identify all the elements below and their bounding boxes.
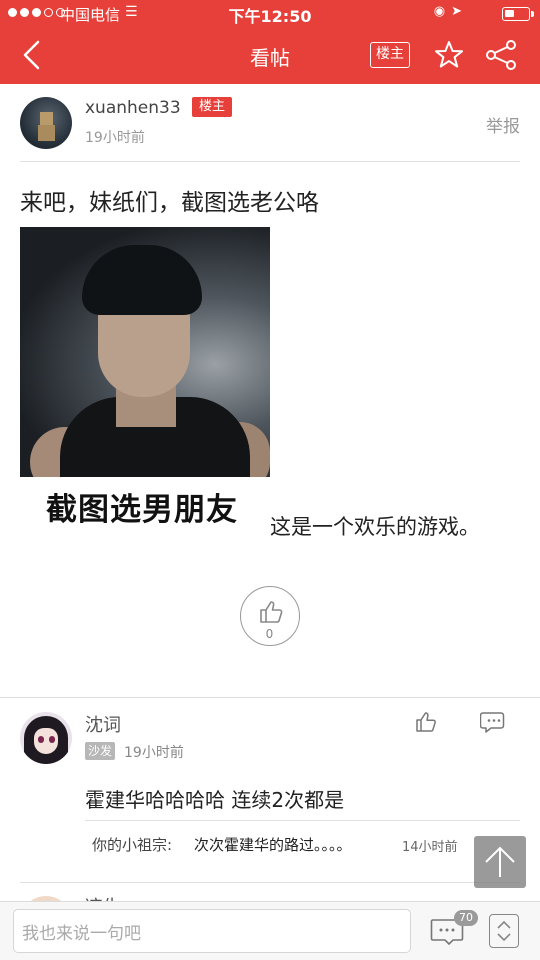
comment-input[interactable]: 我也来说一句吧 — [13, 909, 411, 953]
post-like-button[interactable]: 0 — [240, 586, 300, 646]
up-down-arrows-icon — [497, 920, 511, 942]
comment-like-icon[interactable] — [414, 710, 438, 734]
reply-time: 14小时前 — [402, 840, 458, 855]
post-image[interactable] — [20, 227, 270, 477]
post-time: 19小时前 — [85, 130, 145, 146]
reply-text: 次次霍建华的路过。。。。 — [194, 836, 352, 854]
image-caption: 截图选男朋友 — [46, 492, 238, 528]
commenter-name[interactable]: 沈词 — [85, 711, 121, 737]
top-bar: 中国电信 ☰ 下午12:50 ◉➤ 看帖 楼主 — [0, 0, 540, 84]
divider — [20, 882, 520, 883]
scroll-to-top-button[interactable] — [474, 836, 526, 888]
post-title: 来吧，妹纸们，截图选老公咯 — [20, 190, 319, 216]
floor-tag: 沙发 — [85, 742, 115, 760]
share-icon[interactable] — [484, 40, 518, 70]
owner-badge: 楼主 — [192, 97, 232, 117]
divider — [85, 820, 520, 821]
page-up-down-button[interactable] — [489, 914, 519, 948]
status-bar: 中国电信 ☰ 下午12:50 ◉➤ — [0, 0, 540, 28]
favorite-star-icon[interactable] — [434, 40, 464, 70]
reply-username[interactable]: 你的小祖宗: — [92, 834, 172, 855]
comment-reply-icon[interactable] — [480, 710, 508, 734]
location-icon: ◉➤ — [433, 4, 468, 19]
owner-only-button[interactable]: 楼主 — [370, 42, 410, 68]
comment-time: 19小时前 — [124, 745, 184, 761]
commenter-avatar[interactable] — [20, 712, 72, 764]
comment-text: 霍建华哈哈哈哈 连续2次都是 — [85, 788, 345, 812]
thumbs-up-icon — [260, 601, 283, 623]
like-count: 0 — [265, 627, 274, 641]
report-link[interactable]: 举报 — [486, 112, 520, 137]
author-avatar[interactable] — [20, 97, 72, 149]
arrow-up-icon — [485, 846, 515, 877]
divider — [20, 161, 520, 162]
author-name[interactable]: xuanhen33 — [85, 98, 181, 118]
section-divider — [0, 697, 540, 698]
battery-icon — [502, 7, 534, 21]
bottom-bar: 我也来说一句吧 70 — [0, 901, 540, 960]
post-body-text: 这是一个欢乐的游戏。 — [270, 515, 480, 539]
comment-count-badge: 70 — [454, 910, 478, 926]
